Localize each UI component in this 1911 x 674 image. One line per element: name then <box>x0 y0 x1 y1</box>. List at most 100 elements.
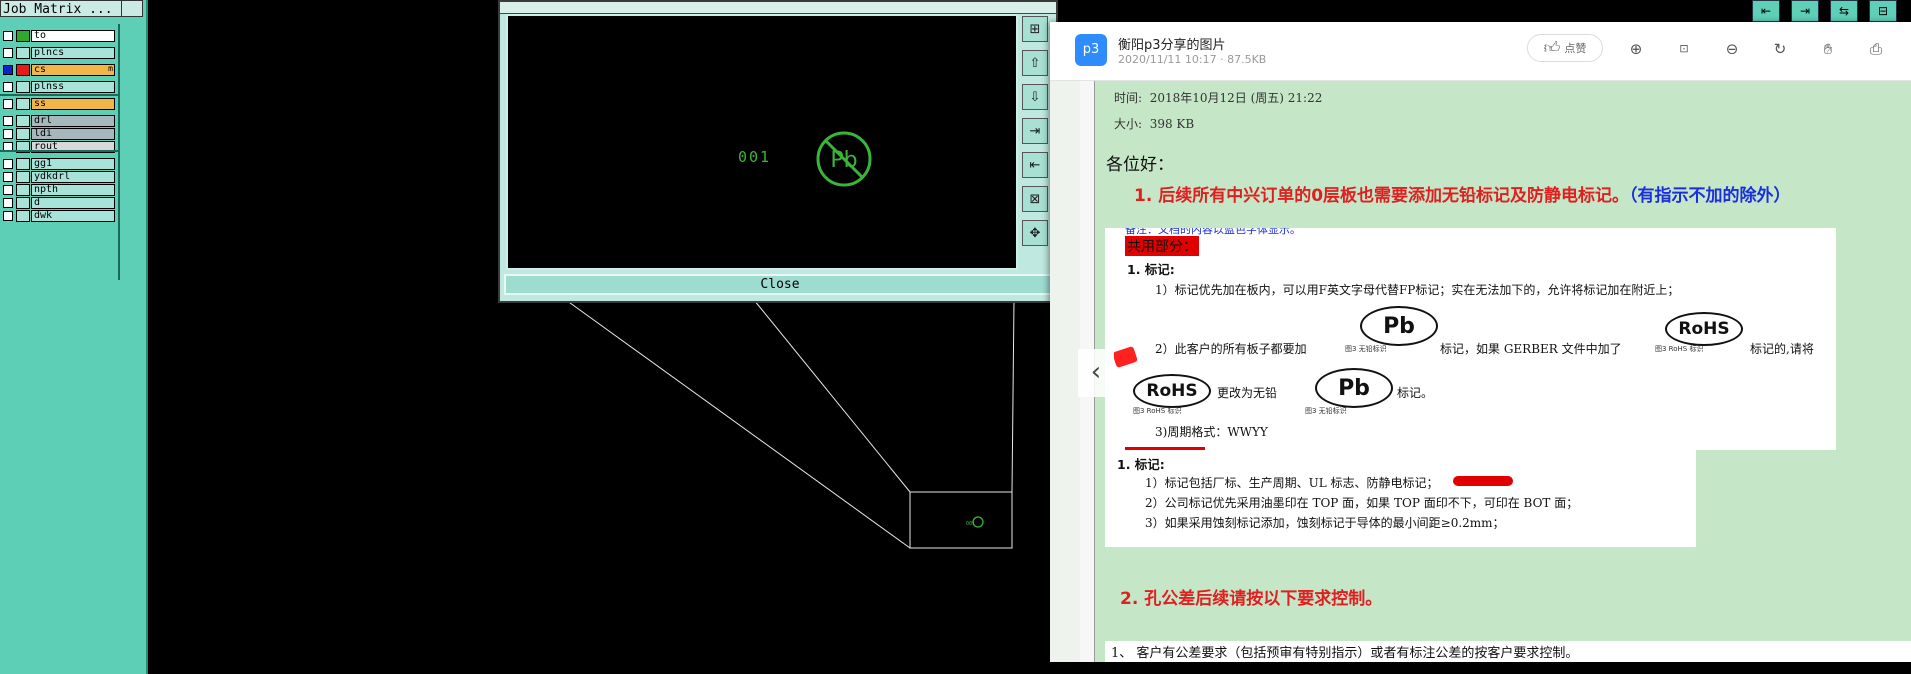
layer-name[interactable]: plncs <box>31 47 115 59</box>
layer-name[interactable]: gg1 <box>31 158 115 170</box>
rohs-logo-2: RoHS <box>1133 374 1211 408</box>
layer-checkbox[interactable] <box>3 172 13 182</box>
job-matrix-title-button[interactable] <box>121 0 143 17</box>
viewer-title: 衡阳p3分享的图片 <box>1118 38 1226 53</box>
image-viewer-window: p3 衡阳p3分享的图片 2020/11/11 10:17 · 87.5KB 👍… <box>1050 22 1911 662</box>
layer-checkbox[interactable] <box>3 198 13 208</box>
layer-checkbox[interactable] <box>3 48 13 58</box>
layer-checkbox[interactable] <box>3 31 13 41</box>
move-in-icon[interactable]: ⇥ <box>1022 118 1048 144</box>
layer-color-swatch[interactable] <box>16 98 30 110</box>
layer-row-to[interactable]: to <box>0 29 118 43</box>
layer-name[interactable]: to <box>31 30 115 42</box>
layer-up-icon[interactable]: ⇧ <box>1022 50 1048 76</box>
layer-color-swatch[interactable] <box>16 197 30 209</box>
layer-name[interactable]: ss <box>31 98 115 110</box>
doc1-line-1: 1）标记优先加在板内，可以用F英文字母代替FP标记；实在无法加下的，允许将标记加… <box>1155 283 1680 297</box>
email-item-2: 2. 孔公差后续请按以下要求控制。 <box>1120 589 1383 609</box>
thumbs-up-icon: 👍︎ <box>1543 38 1561 57</box>
zoom-box-icon[interactable]: ⊠ <box>1022 186 1048 212</box>
layer-row-dwk[interactable]: dwk <box>0 209 118 223</box>
layer-color-swatch[interactable] <box>16 171 30 183</box>
layer-checkbox[interactable] <box>3 99 13 109</box>
doc2-line-2: 2）公司标记优先采用油墨印在 TOP 面，如果 TOP 面印不下，可印在 BOT… <box>1145 496 1579 510</box>
close-button[interactable]: Close <box>504 274 1056 295</box>
layer-checkbox[interactable] <box>3 65 13 75</box>
no-lead-symbol-icon: Pb <box>816 131 872 187</box>
layer-color-swatch[interactable] <box>16 64 30 76</box>
layer-row-cs[interactable]: cs m <box>0 63 118 77</box>
layer-checkbox[interactable] <box>3 211 13 221</box>
zoom-fit-icon[interactable]: ⊞ <box>1022 16 1048 42</box>
tool-a-icon[interactable]: ⇤ <box>1752 0 1780 22</box>
layer-checkbox[interactable] <box>3 159 13 169</box>
layer-name[interactable]: d <box>31 197 115 209</box>
layer-name[interactable]: cs <box>31 64 115 76</box>
layer-color-swatch[interactable] <box>16 210 30 222</box>
email-greeting: 各位好： <box>1106 155 1174 175</box>
shared-photo: 时间: 2018年10月12日 (周五) 21:22 大小: 398 KB 各位… <box>1050 81 1911 662</box>
layer-color-swatch[interactable] <box>16 47 30 59</box>
layer-row-plncs[interactable]: plncs <box>0 46 118 60</box>
tool-c-icon[interactable]: ⇆ <box>1830 0 1858 22</box>
popup-titlebar[interactable] <box>500 2 1056 14</box>
symbol-text: Pb <box>830 148 857 173</box>
viewer-header: p3 衡阳p3分享的图片 2020/11/11 10:17 · 87.5KB 👍… <box>1050 22 1911 81</box>
tool-d-icon[interactable]: ⊟ <box>1869 0 1897 22</box>
layer-color-swatch[interactable] <box>16 184 30 196</box>
layer-down-icon[interactable]: ⇩ <box>1022 84 1048 110</box>
layer-row-plnss[interactable]: plnss <box>0 80 118 94</box>
layer-name[interactable]: npth <box>31 184 115 196</box>
rotate-icon[interactable]: ↻ <box>1769 38 1791 60</box>
layer-checkbox[interactable] <box>3 129 13 139</box>
previous-image-button[interactable]: ‹ <box>1078 349 1114 397</box>
hand-icon[interactable]: ✋︎ <box>1817 38 1839 60</box>
layer-checkbox[interactable] <box>3 185 13 195</box>
panel-divider <box>118 24 120 280</box>
doc2-line-1: 1）标记包括厂标、生产周期、UL 标志、防静电标记； <box>1145 476 1439 490</box>
layer-row-drl[interactable]: drl <box>0 114 118 128</box>
layer-row-d[interactable]: d <box>0 196 118 210</box>
doc2-line-3: 3）如果采用蚀刻标记添加，蚀刻标记于导体的最小间距≥0.2mm； <box>1145 516 1505 530</box>
layer-row-npth[interactable]: npth <box>0 183 118 197</box>
layer-row-ydkdrl[interactable]: ydkdrl <box>0 170 118 184</box>
zoom-out-icon[interactable]: ⊖ <box>1721 38 1743 60</box>
pb-caption-2: 图3 无铅标识 <box>1305 407 1347 415</box>
like-button[interactable]: 👍︎ 点赞 <box>1527 34 1603 62</box>
like-label: 点赞 <box>1564 42 1587 55</box>
layer-name[interactable]: ldi <box>31 128 115 140</box>
doc1-line-2a: 2）此客户的所有板子都要加 <box>1155 342 1307 356</box>
pb-logo-1: Pb <box>1360 306 1438 346</box>
zoom-in-icon[interactable]: ⊕ <box>1625 38 1647 60</box>
pb-caption-1: 图3 无铅标识 <box>1345 345 1387 353</box>
layer-row-ldi[interactable]: ldi <box>0 127 118 141</box>
popup-preview-canvas[interactable]: Pb <box>506 14 1018 270</box>
avatar[interactable]: p3 <box>1075 34 1107 66</box>
layer-color-swatch[interactable] <box>16 81 30 93</box>
layer-row-ss[interactable]: ss <box>0 97 118 111</box>
layer-color-swatch[interactable] <box>16 128 30 140</box>
rohs-caption-1: 图3 RoHS 标识 <box>1655 345 1704 353</box>
print-icon[interactable]: ⎙ <box>1865 38 1887 60</box>
pb-logo-2: Pb <box>1315 368 1393 408</box>
layer-name[interactable]: dwk <box>31 210 115 222</box>
layer-checkbox[interactable] <box>3 82 13 92</box>
photo-left-strip <box>1050 81 1081 662</box>
layer-checkbox[interactable] <box>3 116 13 126</box>
layer-color-swatch[interactable] <box>16 30 30 42</box>
pan-icon[interactable]: ✥ <box>1022 220 1048 246</box>
rohs-logo-1: RoHS <box>1665 312 1743 346</box>
layer-row-gg1[interactable]: gg1 <box>0 157 118 171</box>
layer-name[interactable]: ydkdrl <box>31 171 115 183</box>
job-matrix-panel: Job Matrix ... to plncs cs m plnss ss drl ldi ro… <box>0 0 148 674</box>
document-excerpt-2: 1. 标记: 1）标记包括厂标、生产周期、UL 标志、防静电标记； 2）公司标记… <box>1105 450 1696 547</box>
layer-color-swatch[interactable] <box>16 158 30 170</box>
layer-color-swatch[interactable] <box>16 115 30 127</box>
layer-name[interactable]: drl <box>31 115 115 127</box>
actual-size-icon[interactable]: ⊡ <box>1673 38 1695 60</box>
move-out-icon[interactable]: ⇤ <box>1022 152 1048 178</box>
layer-name[interactable]: plnss <box>31 81 115 93</box>
doc1-heading: 1. 标记: <box>1127 262 1175 277</box>
tool-b-icon[interactable]: ⇥ <box>1791 0 1819 22</box>
layer-marker: m <box>108 64 113 73</box>
